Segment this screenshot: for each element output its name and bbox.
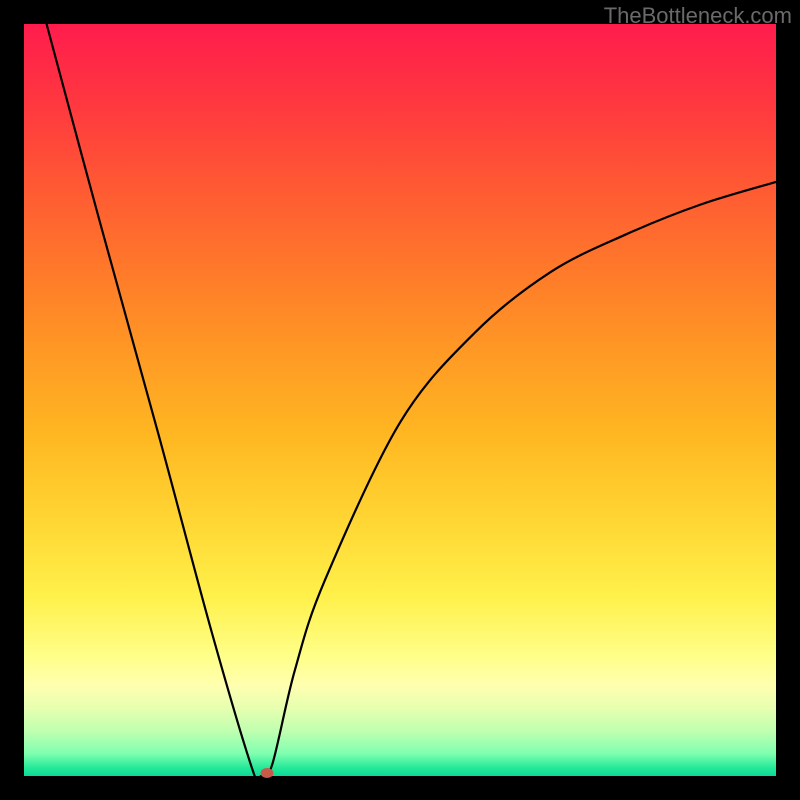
plot-area [24,24,776,776]
curve-svg [24,24,776,776]
curve-path [47,24,776,776]
marker-dot [260,768,273,778]
chart-frame: TheBottleneck.com [0,0,800,800]
